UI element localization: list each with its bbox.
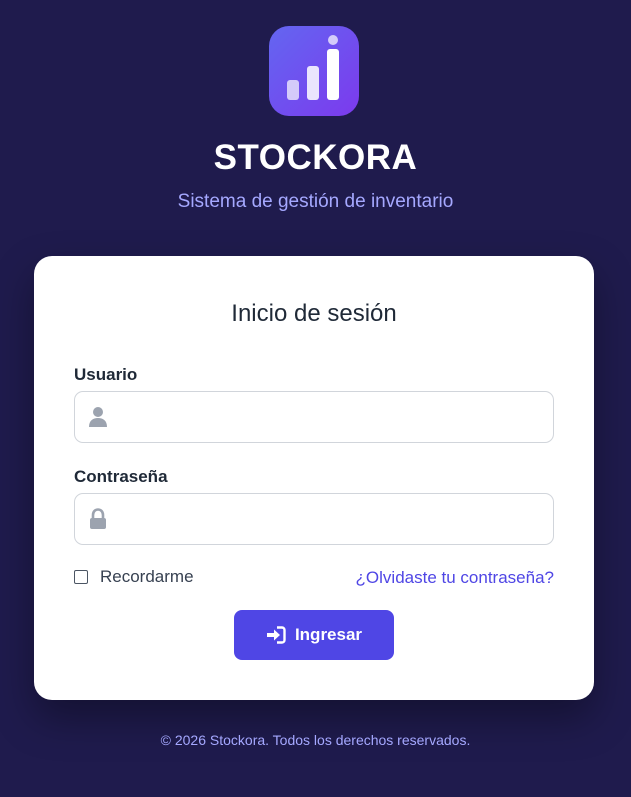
user-icon (88, 406, 108, 433)
sign-in-icon (266, 626, 286, 644)
username-field[interactable] (74, 391, 554, 443)
password-label: Contraseña (74, 467, 168, 486)
app-tagline: Sistema de gestión de inventario (177, 191, 454, 212)
bar-chart-icon (287, 35, 339, 100)
username-input[interactable] (121, 392, 541, 442)
login-title: Inicio de sesión (231, 300, 397, 327)
password-input[interactable] (121, 494, 541, 544)
forgot-password-link[interactable]: ¿Olvidaste tu contraseña? (356, 568, 554, 588)
remember-me[interactable]: Recordarme (74, 567, 194, 587)
footer-copyright: © 2026 Stockora. Todos los derechos rese… (160, 732, 471, 748)
app-name: STOCKORA (213, 138, 418, 177)
login-page: STOCKORA Sistema de gestión de inventari… (0, 0, 631, 797)
remember-label[interactable]: Recordarme (100, 567, 194, 587)
login-button[interactable]: Ingresar (234, 610, 394, 660)
login-button-label: Ingresar (294, 625, 363, 644)
remember-checkbox[interactable] (74, 570, 88, 584)
login-card: Inicio de sesión Usuario Contraseña Reco… (34, 256, 594, 700)
password-field[interactable] (74, 493, 554, 545)
app-logo (269, 26, 359, 116)
username-label: Usuario (74, 365, 138, 384)
lock-icon (88, 508, 108, 535)
